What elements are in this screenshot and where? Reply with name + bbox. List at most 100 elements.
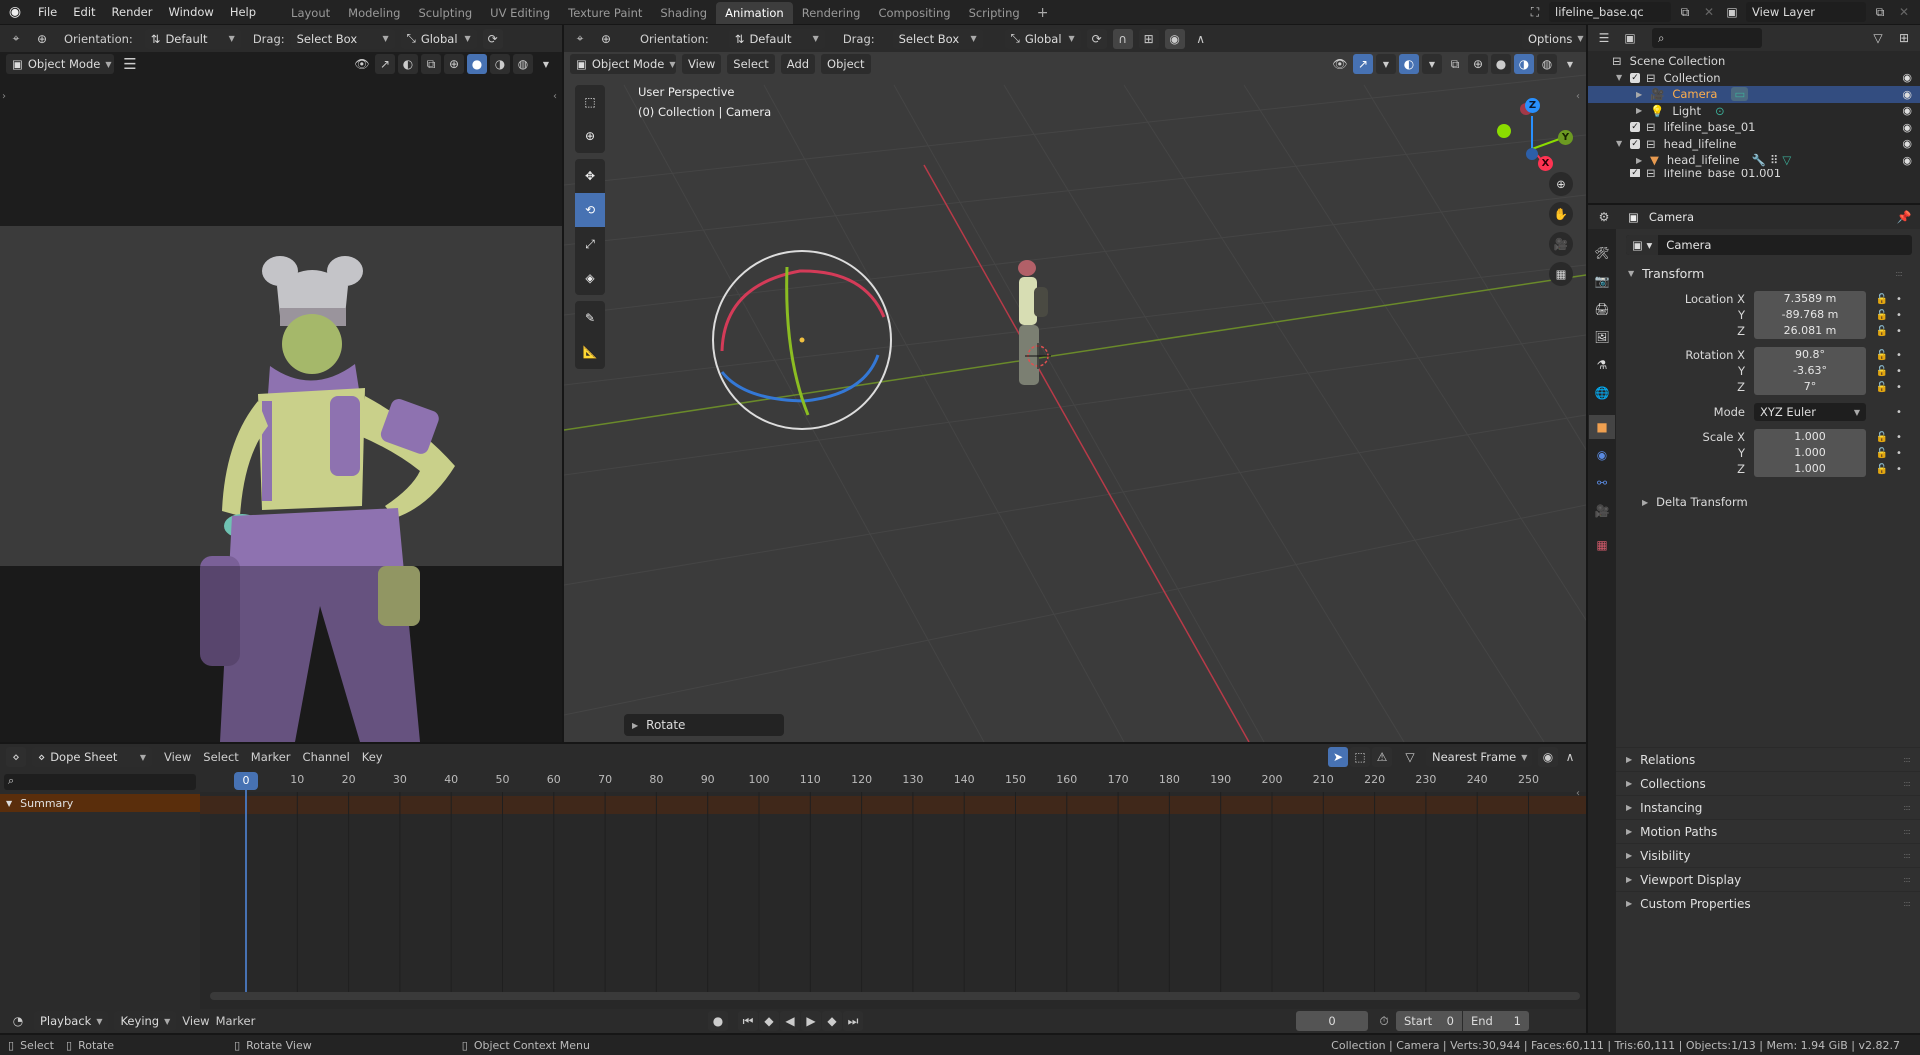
current-frame-field[interactable]: 0 (1296, 1011, 1368, 1031)
cursor-tool-icon[interactable]: ⊕ (575, 119, 605, 153)
outliner-item[interactable]: ▶ ▼ head_lifeline 🔧 ⠿ ▽ ◉ (1588, 152, 1920, 169)
exclude-checkbox[interactable]: ✓ (1630, 138, 1640, 149)
perspective-grid-icon[interactable]: ▦ (1549, 262, 1573, 286)
overlay-toggle-icon[interactable]: ◐ (1399, 54, 1419, 74)
expand-triangle-icon[interactable]: ▶ (1636, 156, 1650, 165)
snapping-dropdown[interactable]: Nearest Frame ▼ (1426, 747, 1532, 767)
object-data-camera-tab-icon[interactable]: 🎥 (1589, 499, 1615, 523)
transform-panel-header[interactable]: ▼ Transform :::: (1626, 261, 1912, 285)
play-reverse-icon[interactable]: ◀ (780, 1011, 800, 1031)
start-frame-field[interactable]: Start 0 (1396, 1011, 1462, 1031)
zoom-view-icon[interactable]: ⊕ (1549, 172, 1573, 196)
falloff-icon[interactable]: ∧ (1191, 29, 1211, 49)
stopwatch-icon[interactable]: ⏱ (1374, 1011, 1394, 1031)
tool-tab-icon[interactable]: 🛠 (1589, 241, 1615, 265)
menu-channel[interactable]: Channel (303, 750, 350, 764)
eye-icon[interactable]: ◉ (1902, 121, 1912, 134)
options-dropdown[interactable]: Options ▼ (1522, 28, 1584, 49)
drag-grip-icon[interactable]: :::: (1903, 851, 1911, 860)
snap-target-icon[interactable]: ⊞ (1138, 28, 1159, 49)
menu-marker[interactable]: Marker (216, 1014, 256, 1028)
scene-icon[interactable]: ⛶ (1525, 2, 1545, 22)
menu-window[interactable]: Window (160, 0, 221, 24)
delete-scene-icon[interactable]: ✕ (1699, 2, 1719, 22)
keyframe-dot-icon[interactable]: • (1896, 310, 1902, 321)
solid-shading-icon[interactable]: ● (467, 54, 487, 74)
view-layer-icon[interactable]: ▣ (1722, 2, 1742, 22)
section-instancing[interactable]: ▶ Instancing:::: (1616, 795, 1920, 819)
mode-dropdown[interactable]: ▣ Object Mode ▼ (570, 54, 676, 74)
solid-shading-icon[interactable]: ● (1491, 54, 1511, 74)
menu-view[interactable]: View (164, 750, 191, 764)
wireframe-shading-icon[interactable]: ⊕ (1468, 54, 1488, 74)
rotation-y-field[interactable]: -3.63° (1754, 363, 1866, 379)
overlay-toggle-icon[interactable]: ◐ (398, 54, 418, 74)
lock-icon[interactable]: 🔓 (1872, 326, 1892, 337)
lock-icon[interactable]: 🔓 (1872, 464, 1892, 475)
menu-select[interactable]: Select (727, 54, 775, 74)
menu-view[interactable]: View (682, 54, 722, 74)
snap-toggle-icon[interactable]: ∩ (1112, 28, 1133, 49)
xray-toggle-icon[interactable]: ⧉ (421, 54, 441, 74)
playback-menu[interactable]: Playback ▼ (34, 1011, 109, 1031)
tab-shading[interactable]: Shading (651, 2, 716, 24)
drag-grip-icon[interactable]: :::: (1895, 269, 1903, 278)
hamburger-menu-icon[interactable]: ☰ (120, 54, 140, 74)
proportional-edit-icon[interactable]: ⟳ (482, 28, 503, 49)
editor-mode-dropdown[interactable]: ⋄ Dope Sheet ▼ (32, 747, 152, 767)
editor-type-icon[interactable]: ⌖ (570, 29, 590, 49)
output-tab-icon[interactable]: 🖨 (1589, 297, 1615, 321)
outliner-item[interactable]: ▼ ✓ ⊟ Collection ◉ (1588, 70, 1920, 87)
last-operator-panel[interactable]: ▶ Rotate (624, 714, 784, 736)
drag-dropdown[interactable]: Select Box ▼ (892, 28, 983, 49)
tab-modeling[interactable]: Modeling (339, 2, 409, 24)
section-visibility[interactable]: ▶ Visibility:::: (1616, 843, 1920, 867)
tab-compositing[interactable]: Compositing (869, 2, 959, 24)
delta-transform-subpanel[interactable]: ▶ Delta Transform (1626, 491, 1912, 513)
render-tab-icon[interactable]: 📷 (1589, 269, 1615, 293)
transform-pivot-icon[interactable]: ⊕ (32, 29, 52, 49)
lock-icon[interactable]: 🔓 (1872, 366, 1892, 377)
eye-icon[interactable]: ◉ (1902, 88, 1912, 101)
constraints-tab-icon[interactable]: ⚯ (1589, 471, 1615, 495)
editor-type-icon[interactable]: ⚙ (1594, 207, 1614, 227)
object-tab-icon[interactable]: ■ (1589, 415, 1615, 439)
section-custom-properties[interactable]: ▶ Custom Properties:::: (1616, 891, 1920, 915)
jump-start-icon[interactable]: ⏮ (738, 1011, 758, 1031)
scale-x-field[interactable]: 1.000 (1754, 429, 1866, 445)
transform-pivot-icon[interactable]: ⊕ (596, 29, 616, 49)
mode-dropdown[interactable]: ▣ Object Mode ▼ (6, 54, 114, 74)
editor-type-icon[interactable]: ⋄ (6, 747, 26, 767)
scene-name-field[interactable]: lifeline_base.qc (1549, 2, 1671, 22)
only-errors-icon[interactable]: ⚠ (1372, 747, 1392, 767)
lock-icon[interactable]: 🔓 (1872, 448, 1892, 459)
outliner-item[interactable]: ▶ 🎥 Camera ▭ ◉ (1588, 86, 1920, 103)
menu-select[interactable]: Select (203, 750, 238, 764)
nav-gizmo-z[interactable]: Z (1525, 98, 1540, 113)
new-scene-icon[interactable]: ⧉ (1675, 2, 1695, 22)
material-shading-icon[interactable]: ◑ (1514, 54, 1534, 74)
object-name-field[interactable]: ▣ ▾ Camera (1626, 235, 1912, 255)
collapse-triangle-icon[interactable]: ▼ (6, 799, 12, 808)
only-selected-icon[interactable]: ➤ (1328, 747, 1348, 767)
transform-space-dropdown[interactable]: ⤡ Global ▼ (1004, 28, 1081, 49)
orientation-dropdown[interactable]: ⇅ Default ▼ (144, 28, 241, 49)
select-box-tool-icon[interactable]: ⬚ (575, 85, 605, 119)
pan-hand-icon[interactable]: ✋ (1549, 202, 1573, 226)
orientation-dropdown[interactable]: ⇅ Default ▼ (728, 28, 825, 49)
scale-z-field[interactable]: 1.000 (1754, 461, 1866, 477)
play-icon[interactable]: ▶ (801, 1011, 821, 1031)
section-relations[interactable]: ▶ Relations:::: (1616, 747, 1920, 771)
section-motion-paths[interactable]: ▶ Motion Paths:::: (1616, 819, 1920, 843)
expand-triangle-icon[interactable]: ▼ (1616, 139, 1630, 148)
mesh-data-icon[interactable]: ▽ (1782, 153, 1791, 167)
new-collection-icon[interactable]: ⊞ (1894, 28, 1914, 48)
camera-view-icon[interactable]: 🎥 (1549, 232, 1573, 256)
visibility-icon[interactable]: 👁 (352, 54, 372, 74)
scene-tab-icon[interactable]: ⚗ (1589, 353, 1615, 377)
lock-icon[interactable]: 🔓 (1872, 294, 1892, 305)
section-collections[interactable]: ▶ Collections:::: (1616, 771, 1920, 795)
view-layer-field[interactable]: View Layer (1746, 2, 1866, 22)
filter-icon[interactable]: ▽ (1868, 28, 1888, 48)
location-z-field[interactable]: 26.081 m (1754, 323, 1866, 339)
